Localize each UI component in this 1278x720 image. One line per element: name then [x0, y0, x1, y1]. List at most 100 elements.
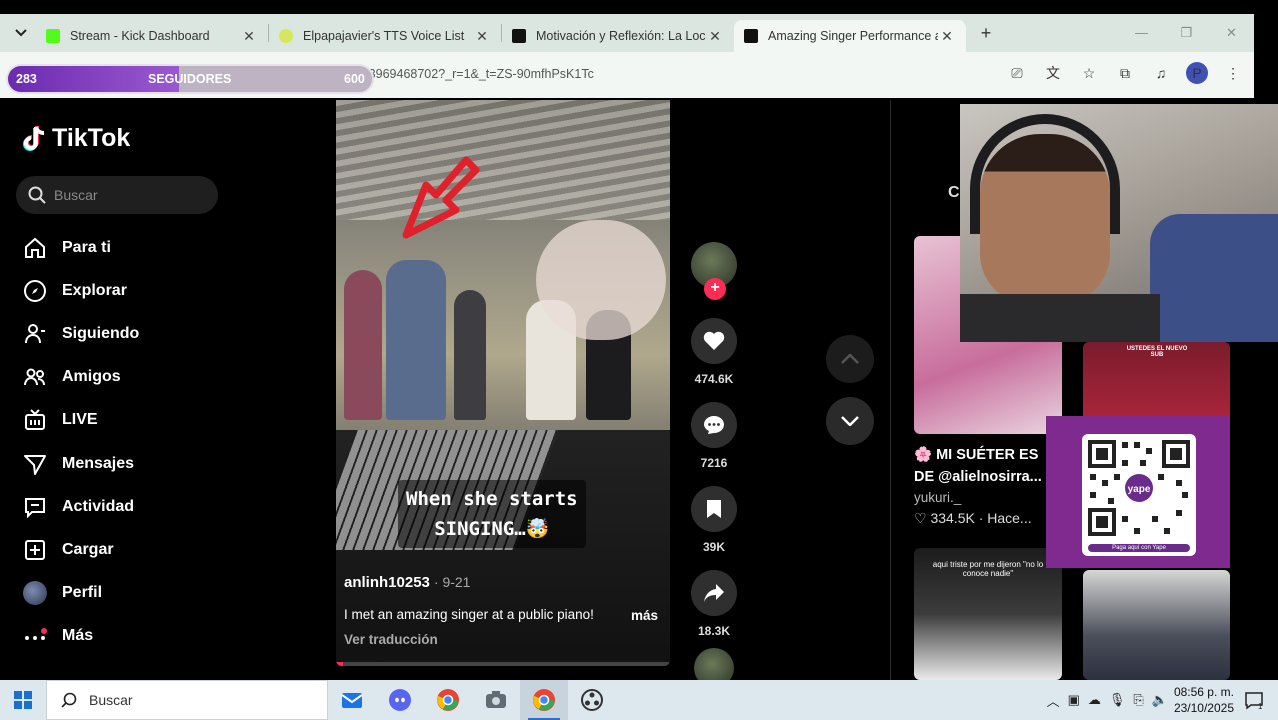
video-person: [454, 290, 486, 420]
close-window-icon[interactable]: ✕: [1209, 14, 1254, 52]
nav-item-mas[interactable]: Más: [22, 615, 139, 658]
restore-icon[interactable]: ❐: [1164, 14, 1209, 52]
video-thumbnail[interactable]: [1083, 570, 1230, 680]
camera-icon: [486, 691, 506, 708]
notification-center-button[interactable]: 1: [1242, 688, 1266, 712]
messages-icon: [22, 451, 48, 477]
taskbar-app-mail[interactable]: [328, 680, 376, 720]
taskbar-app-chrome-active[interactable]: [520, 680, 568, 720]
profile-avatar: [22, 580, 48, 606]
section-heading: C: [948, 184, 960, 201]
tab-title: Amazing Singer Performance at: [768, 29, 938, 43]
tab-motivacion[interactable]: Motivación y Reflexión: La Loco ✕: [502, 20, 734, 52]
microphone-icon[interactable]: 🎙: [1109, 692, 1126, 708]
system-tray: ︿ ▣ ☁ 🎙 ⎘ 🔈: [1047, 680, 1168, 720]
nav-item-para-ti[interactable]: Para ti: [22, 226, 139, 269]
close-tab-icon[interactable]: ✕: [706, 28, 724, 45]
tab-kick-dashboard[interactable]: Stream - Kick Dashboard ✕: [36, 20, 268, 52]
nav-label: Para ti: [62, 238, 111, 256]
video-author[interactable]: anlinh10253 · 9-21: [344, 574, 470, 591]
search-input[interactable]: [54, 187, 204, 203]
extensions-icon[interactable]: ⧉: [1114, 62, 1136, 84]
menu-kebab-icon[interactable]: ⋮: [1222, 62, 1244, 84]
comment-button[interactable]: [691, 402, 737, 448]
minimize-icon[interactable]: —: [1119, 14, 1164, 52]
tab-title: Elpapajavier's TTS Voice List: [303, 29, 465, 43]
thumb-text: USTEDES EL NUEVO SUB: [1126, 346, 1188, 358]
tab-title: Motivación y Reflexión: La Loco: [536, 29, 706, 43]
taskbar-clock[interactable]: 08:56 p. m. 23/10/2025: [1174, 684, 1234, 716]
webcam-shirt: [960, 294, 1160, 342]
video-date: · 9-21: [433, 574, 471, 590]
tab-search-button[interactable]: [6, 18, 36, 48]
taskbar-app-camera[interactable]: [472, 680, 520, 720]
card-title[interactable]: 🌸 MI SUÉTER ES DE @alielnosirra...: [914, 444, 1054, 488]
obs-icon: [581, 689, 603, 711]
home-icon: [22, 235, 48, 261]
nav-item-cargar[interactable]: Cargar: [22, 528, 139, 571]
profile-avatar[interactable]: P: [1186, 62, 1208, 84]
taskbar-app-obs[interactable]: [568, 680, 616, 720]
nav-item-actividad[interactable]: Actividad: [22, 485, 139, 528]
media-control-icon[interactable]: ♫: [1150, 62, 1172, 84]
volume-icon[interactable]: 🔈: [1152, 692, 1168, 708]
nav-item-amigos[interactable]: Amigos: [22, 356, 139, 399]
video-hand-blur: [536, 220, 666, 340]
save-button[interactable]: [691, 486, 737, 532]
video-player[interactable]: When she starts SINGING…🤯 anlinh10253 · 9…: [336, 100, 670, 666]
tray-expand-icon[interactable]: ︿: [1047, 691, 1060, 710]
video-thumbnail[interactable]: aqui triste por me dijeron "no lo conoce…: [914, 548, 1062, 680]
close-tab-icon[interactable]: ✕: [938, 28, 956, 45]
nav-label: LIVE: [62, 411, 98, 429]
tab-amazing-singer[interactable]: Amazing Singer Performance at ✕: [734, 20, 966, 52]
close-tab-icon[interactable]: ✕: [473, 28, 491, 45]
qr-code-icon: yape: [1082, 434, 1196, 556]
translate-link[interactable]: Ver traducción: [344, 632, 438, 647]
tiktok-search-box[interactable]: [16, 176, 218, 214]
nav-label: Siguiendo: [62, 324, 140, 342]
tab-tts-voice-list[interactable]: Elpapajavier's TTS Voice List ✕: [269, 20, 501, 52]
new-tab-button[interactable]: +: [972, 23, 1000, 44]
close-tab-icon[interactable]: ✕: [240, 28, 258, 45]
video-caption: When she starts SINGING…🤯: [398, 480, 586, 548]
window-controls: — ❐ ✕: [1119, 14, 1254, 52]
nav-item-live[interactable]: LIVE: [22, 399, 139, 442]
nav-label: Mensajes: [62, 454, 135, 472]
card-user[interactable]: yukuri._: [914, 490, 961, 505]
previous-video-button[interactable]: [826, 335, 874, 383]
like-button[interactable]: [691, 318, 737, 364]
nav-item-perfil[interactable]: Perfil: [22, 572, 139, 615]
video-progress-bar[interactable]: [336, 662, 670, 666]
taskbar-app-discord[interactable]: [376, 680, 424, 720]
toolbar-icons: ⎚ 文 ☆ ⧉ ♫ P ⋮: [1006, 62, 1244, 84]
bookmark-star-icon[interactable]: ☆: [1078, 62, 1100, 84]
share-button[interactable]: [691, 570, 737, 616]
more-button[interactable]: más: [631, 608, 658, 623]
translate-icon[interactable]: 文: [1042, 62, 1064, 84]
tray-app-icon[interactable]: ▣: [1068, 692, 1080, 708]
follow-plus-icon[interactable]: +: [704, 278, 726, 300]
friends-icon: [22, 364, 48, 390]
nav-label: Perfil: [62, 584, 103, 602]
chevron-up-icon: [841, 354, 859, 364]
taskbar-app-chrome[interactable]: [424, 680, 472, 720]
nav-item-siguiendo[interactable]: Siguiendo: [22, 312, 139, 355]
video-person: [344, 270, 382, 420]
nav-item-explorar[interactable]: Explorar: [22, 269, 139, 312]
comment-count: 7216: [700, 456, 728, 470]
thumb-text: aqui triste por me dijeron "no lo conoce…: [932, 560, 1044, 578]
next-video-button[interactable]: [826, 397, 874, 445]
start-button[interactable]: [0, 680, 46, 720]
onedrive-icon[interactable]: ☁: [1088, 692, 1101, 708]
nav-item-mensajes[interactable]: Mensajes: [22, 442, 139, 485]
mail-app-icon: [341, 693, 363, 708]
caption-line-2: SINGING…🤯: [434, 518, 550, 540]
like-count: 474.6K: [694, 372, 734, 386]
clock-date: 23/10/2025: [1173, 701, 1234, 715]
network-icon[interactable]: ⎘: [1133, 692, 1143, 708]
creator-avatar[interactable]: +: [691, 242, 737, 300]
cast-icon[interactable]: ⎚: [1006, 62, 1028, 84]
taskbar-search[interactable]: [46, 680, 328, 720]
tiktok-logo[interactable]: TikTok: [22, 124, 130, 153]
taskbar-search-input[interactable]: [89, 692, 270, 708]
